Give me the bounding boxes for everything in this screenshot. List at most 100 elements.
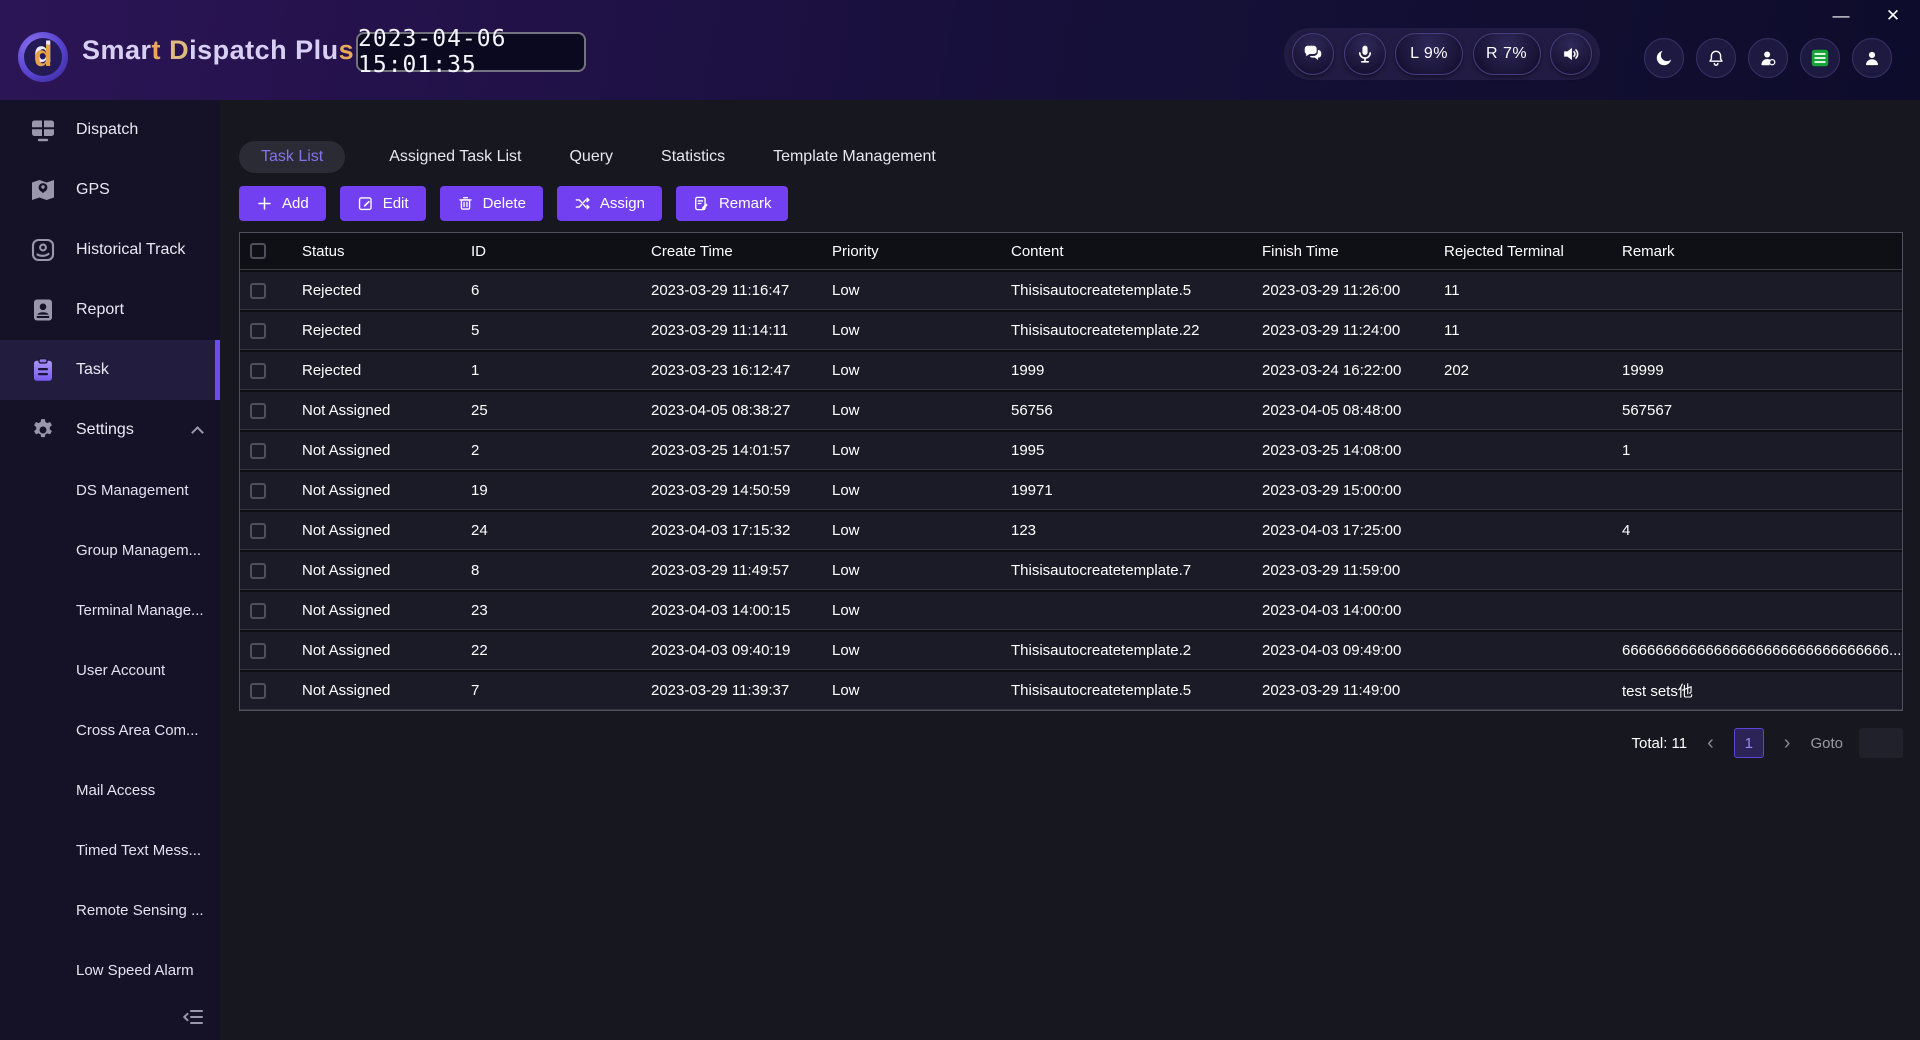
- cell-remark: 66666666666666666666666666666666...: [1612, 642, 1902, 659]
- dark-mode-button[interactable]: [1644, 38, 1684, 78]
- row-checkbox[interactable]: [250, 363, 266, 379]
- cell-id: 5: [461, 322, 641, 339]
- table-row[interactable]: Not Assigned 22 2023-04-03 09:40:19 Low …: [240, 632, 1902, 670]
- tab-assigned-task-list[interactable]: Assigned Task List: [385, 148, 525, 166]
- row-checkbox[interactable]: [250, 443, 266, 459]
- cell-create-time: 2023-04-03 17:15:32: [641, 522, 822, 539]
- profile-button[interactable]: [1852, 38, 1892, 78]
- toolbar: Add Edit Delete Assign: [239, 186, 1920, 221]
- tab-statistics[interactable]: Statistics: [657, 148, 729, 166]
- cell-create-time: 2023-03-29 11:14:11: [641, 322, 822, 339]
- select-all-checkbox[interactable]: [250, 243, 266, 259]
- cell-id: 2: [461, 442, 641, 459]
- sidebar-item-dispatch[interactable]: Dispatch: [0, 100, 220, 160]
- close-button[interactable]: ✕: [1882, 6, 1904, 26]
- chat-button[interactable]: [1292, 33, 1334, 75]
- table-row[interactable]: Not Assigned 19 2023-03-29 14:50:59 Low …: [240, 472, 1902, 510]
- delete-button[interactable]: Delete: [440, 186, 543, 221]
- sidebar-subitem-terminal-management[interactable]: Terminal Manage...: [0, 580, 220, 640]
- row-checkbox[interactable]: [250, 603, 266, 619]
- next-page-button[interactable]: ›: [1780, 733, 1795, 753]
- moon-icon: [1654, 48, 1674, 68]
- table-row[interactable]: Not Assigned 2 2023-03-25 14:01:57 Low 1…: [240, 432, 1902, 470]
- sidebar-subitem-ds-management[interactable]: DS Management: [0, 460, 220, 520]
- sidebar-item-label: Task: [76, 361, 109, 379]
- row-checkbox[interactable]: [250, 683, 266, 699]
- tab-query[interactable]: Query: [565, 148, 617, 166]
- cell-content: Thisisautocreatetemplate.5: [1001, 282, 1252, 299]
- sidebar-item-historical-track[interactable]: Historical Track: [0, 220, 220, 280]
- remark-button[interactable]: Remark: [676, 186, 789, 221]
- current-page-button[interactable]: 1: [1734, 728, 1764, 758]
- speaker-button[interactable]: [1550, 33, 1592, 75]
- sidebar-subitem-timed-text[interactable]: Timed Text Mess...: [0, 820, 220, 880]
- log-list-button[interactable]: [1800, 38, 1840, 78]
- table-row[interactable]: Rejected 5 2023-03-29 11:14:11 Low Thisi…: [240, 312, 1902, 350]
- table-row[interactable]: Not Assigned 23 2023-04-03 14:00:15 Low …: [240, 592, 1902, 630]
- assign-button[interactable]: Assign: [557, 186, 662, 221]
- notifications-button[interactable]: [1696, 38, 1736, 78]
- table-row[interactable]: Not Assigned 7 2023-03-29 11:39:37 Low T…: [240, 672, 1902, 710]
- table-row[interactable]: Rejected 6 2023-03-29 11:16:47 Low Thisi…: [240, 272, 1902, 310]
- row-checkbox[interactable]: [250, 563, 266, 579]
- user-icon: [1862, 48, 1882, 68]
- add-button[interactable]: Add: [239, 186, 326, 221]
- column-header-status: Status: [292, 243, 461, 260]
- task-icon: [30, 357, 56, 383]
- sidebar-item-report[interactable]: Report: [0, 280, 220, 340]
- sidebar-subitem-cross-area[interactable]: Cross Area Com...: [0, 700, 220, 760]
- sidebar-item-settings[interactable]: Settings: [0, 400, 220, 460]
- row-checkbox[interactable]: [250, 523, 266, 539]
- row-checkbox[interactable]: [250, 323, 266, 339]
- sidebar-subitem-mail-access[interactable]: Mail Access: [0, 760, 220, 820]
- column-header-priority: Priority: [822, 243, 1001, 260]
- cell-id: 24: [461, 522, 641, 539]
- cell-create-time: 2023-03-29 11:16:47: [641, 282, 822, 299]
- right-volume-button[interactable]: R 7%: [1473, 33, 1541, 75]
- sidebar-item-gps[interactable]: GPS: [0, 160, 220, 220]
- sidebar-item-task[interactable]: Task: [0, 340, 220, 400]
- goto-page-input[interactable]: [1859, 728, 1903, 758]
- cell-priority: Low: [822, 322, 1001, 339]
- row-checkbox[interactable]: [250, 643, 266, 659]
- sidebar-subitem-remote-sensing[interactable]: Remote Sensing ...: [0, 880, 220, 940]
- cell-rejected-terminal: 11: [1434, 322, 1612, 339]
- table-row[interactable]: Not Assigned 25 2023-04-05 08:38:27 Low …: [240, 392, 1902, 430]
- cell-content: 1999: [1001, 362, 1252, 379]
- tab-task-list[interactable]: Task List: [239, 141, 345, 173]
- prev-page-button[interactable]: ‹: [1703, 733, 1718, 753]
- row-checkbox[interactable]: [250, 483, 266, 499]
- left-volume-button[interactable]: L 9%: [1395, 33, 1463, 75]
- plus-icon: [256, 195, 273, 212]
- tab-template-management[interactable]: Template Management: [769, 148, 940, 166]
- edit-button[interactable]: Edit: [340, 186, 426, 221]
- cell-create-time: 2023-04-05 08:38:27: [641, 402, 822, 419]
- sidebar-subitem-low-speed-alarm[interactable]: Low Speed Alarm: [0, 940, 220, 1000]
- sidebar-subitem-user-account[interactable]: User Account: [0, 640, 220, 700]
- table-row[interactable]: Not Assigned 24 2023-04-03 17:15:32 Low …: [240, 512, 1902, 550]
- cell-rejected-terminal: 202: [1434, 362, 1612, 379]
- row-checkbox[interactable]: [250, 283, 266, 299]
- row-checkbox[interactable]: [250, 403, 266, 419]
- cell-create-time: 2023-03-29 11:49:57: [641, 562, 822, 579]
- cell-finish-time: 2023-04-03 14:00:00: [1252, 602, 1434, 619]
- chat-icon: [1302, 43, 1324, 65]
- cell-content: 123: [1001, 522, 1252, 539]
- minimize-button[interactable]: —: [1830, 6, 1852, 26]
- table-row[interactable]: Rejected 1 2023-03-23 16:12:47 Low 1999 …: [240, 352, 1902, 390]
- cell-create-time: 2023-04-03 14:00:15: [641, 602, 822, 619]
- table-row[interactable]: Not Assigned 8 2023-03-29 11:49:57 Low T…: [240, 552, 1902, 590]
- cell-finish-time: 2023-03-29 11:49:00: [1252, 682, 1434, 699]
- assign-shuffle-icon: [574, 195, 591, 212]
- sidebar-collapse-button[interactable]: [182, 1008, 206, 1030]
- column-header-id: ID: [461, 243, 641, 260]
- sidebar-subitem-group-management[interactable]: Group Managem...: [0, 520, 220, 580]
- cell-finish-time: 2023-03-25 14:08:00: [1252, 442, 1434, 459]
- user-settings-button[interactable]: [1748, 38, 1788, 78]
- microphone-button[interactable]: [1344, 33, 1386, 75]
- cell-priority: Low: [822, 682, 1001, 699]
- cell-priority: Low: [822, 362, 1001, 379]
- cell-finish-time: 2023-03-29 15:00:00: [1252, 482, 1434, 499]
- table-header-row: Status ID Create Time Priority Content F…: [240, 233, 1902, 270]
- cell-finish-time: 2023-03-29 11:59:00: [1252, 562, 1434, 579]
